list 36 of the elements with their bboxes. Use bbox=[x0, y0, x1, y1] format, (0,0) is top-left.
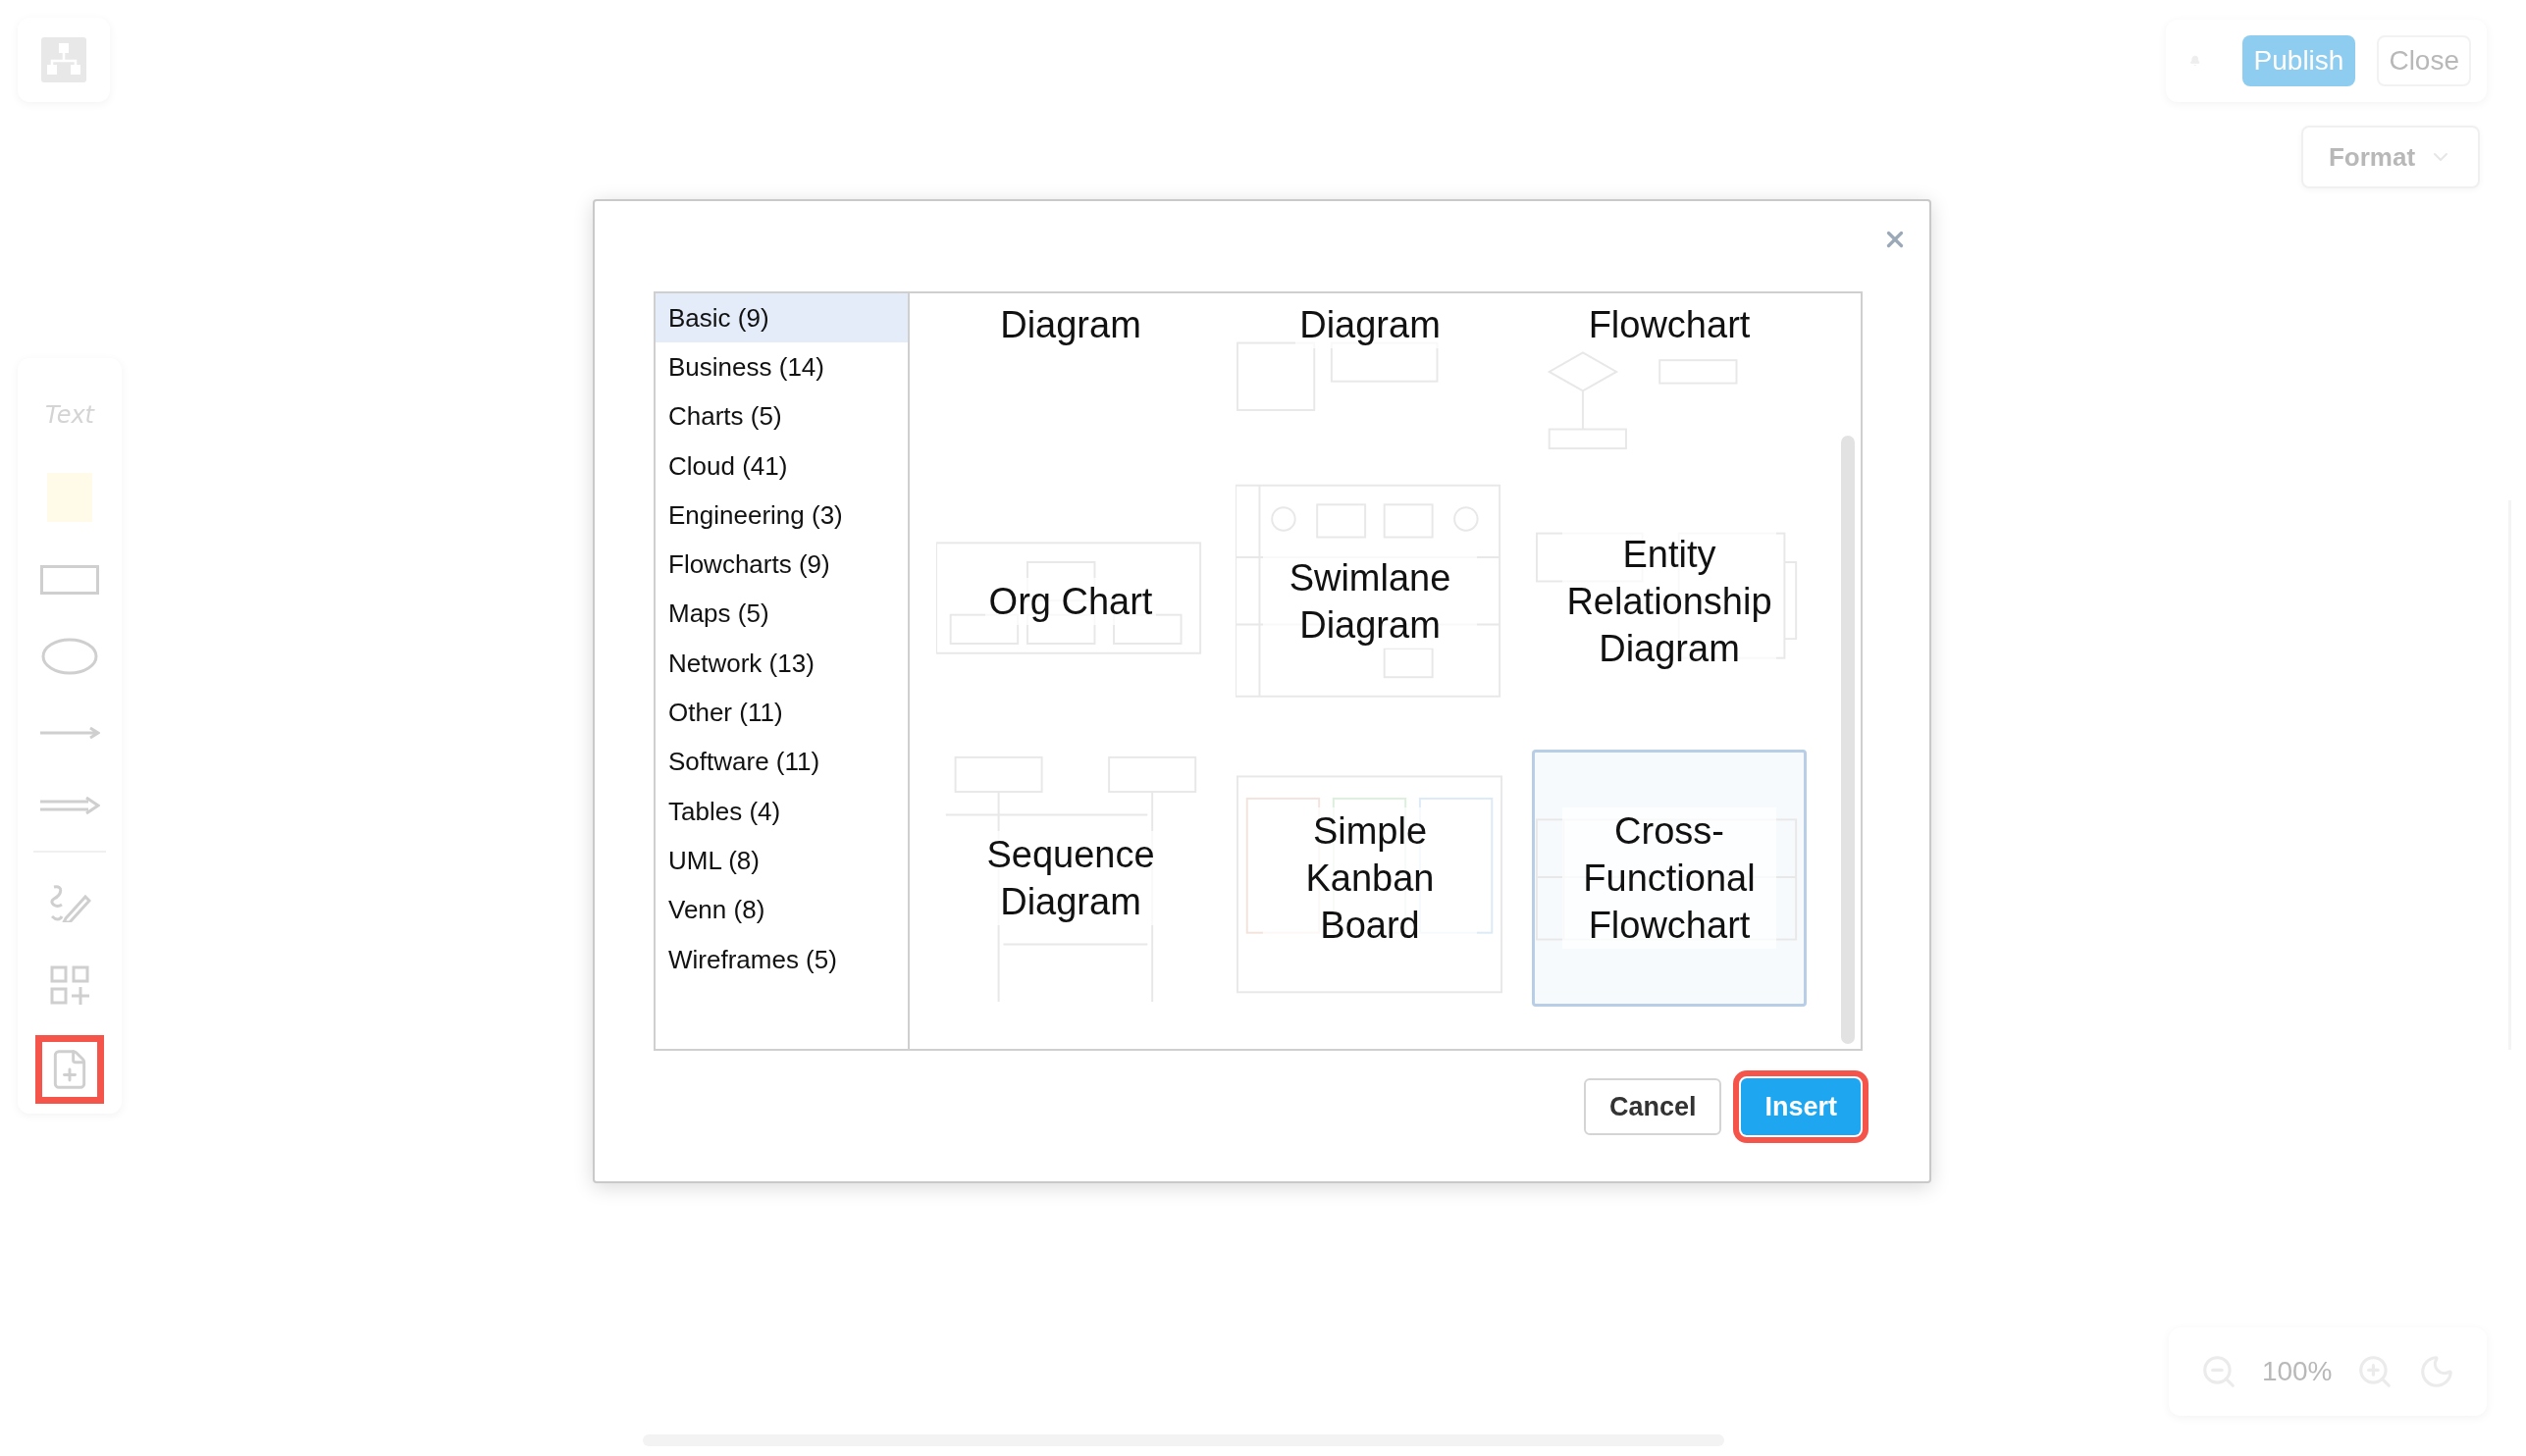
template-tile[interactable]: Entity Relationship Diagram bbox=[1532, 473, 1807, 730]
tool-button[interactable] bbox=[35, 1035, 104, 1104]
category-item[interactable]: Tables (4) bbox=[656, 786, 908, 837]
grid-plus-icon bbox=[50, 965, 89, 1005]
category-item[interactable]: Engineering (3) bbox=[656, 491, 908, 541]
template-tile[interactable]: Swimlane Diagram bbox=[1233, 473, 1507, 730]
template-title: Cross-Functional Flowchart bbox=[1562, 806, 1776, 950]
line-arrow-icon bbox=[39, 726, 100, 740]
pen-icon bbox=[48, 883, 91, 922]
template-tile[interactable]: Sequence Diagram bbox=[933, 750, 1208, 1007]
template-title: Swimlane Diagram bbox=[1263, 553, 1477, 650]
template-tile[interactable]: Diagram bbox=[933, 293, 1208, 453]
category-item[interactable]: Network (13) bbox=[656, 639, 908, 689]
category-item[interactable]: Charts (5) bbox=[656, 391, 908, 442]
category-item[interactable]: Business (14) bbox=[656, 342, 908, 392]
category-item[interactable]: Venn (8) bbox=[656, 885, 908, 935]
template-tile[interactable]: Org Chart bbox=[933, 473, 1208, 730]
category-item[interactable]: Flowcharts (9) bbox=[656, 540, 908, 590]
template-tile[interactable]: Flowchart bbox=[1532, 293, 1807, 453]
category-item[interactable]: Basic (9) bbox=[656, 293, 908, 343]
category-item[interactable]: UML (8) bbox=[656, 836, 908, 886]
category-item[interactable]: Wireframes (5) bbox=[656, 934, 908, 985]
category-item[interactable]: Maps (5) bbox=[656, 589, 908, 640]
template-tile[interactable]: Cross-Functional Flowchart bbox=[1532, 750, 1807, 1007]
category-item[interactable]: Cloud (41) bbox=[656, 441, 908, 492]
template-title: Org Chart bbox=[984, 577, 1157, 626]
template-tile[interactable]: Simple Kanban Board bbox=[1233, 750, 1507, 1007]
scrollbar-thumb[interactable] bbox=[1841, 436, 1855, 1044]
double-line-arrow-icon bbox=[39, 797, 100, 814]
rectangle-icon bbox=[40, 565, 99, 595]
zoom-reading: 100% bbox=[2261, 1356, 2333, 1387]
category-item[interactable]: Software (11) bbox=[656, 737, 908, 787]
category-item[interactable]: Other (11) bbox=[656, 688, 908, 738]
cancel-button[interactable]: Cancel bbox=[1583, 1078, 1722, 1135]
template-tile[interactable]: Diagram bbox=[1233, 293, 1507, 453]
ellipse-icon bbox=[41, 638, 98, 675]
